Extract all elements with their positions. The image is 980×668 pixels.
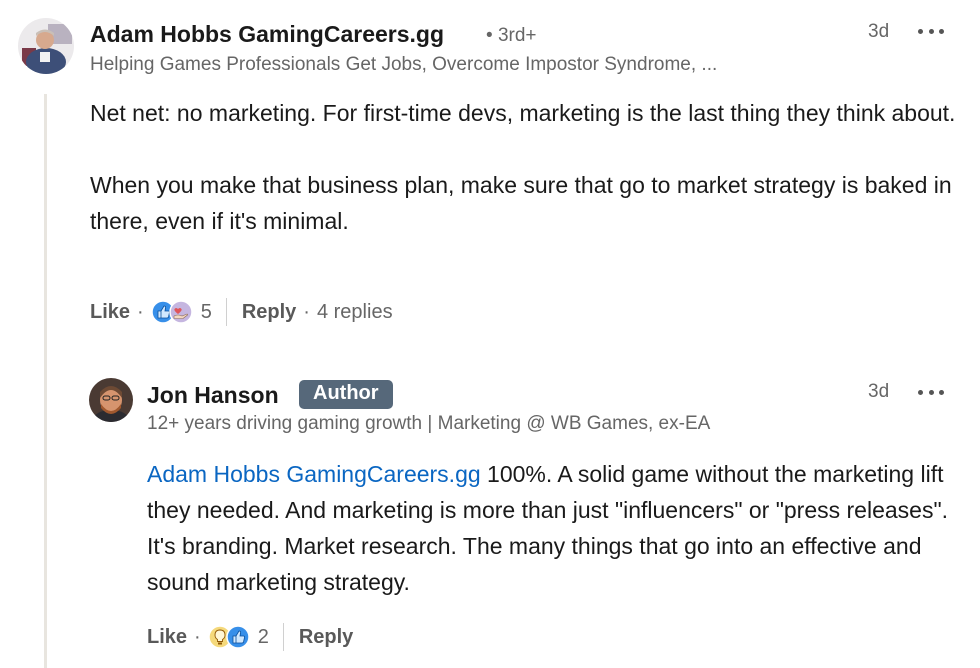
comment-timestamp: 3d — [868, 21, 890, 42]
avatar[interactable] — [89, 378, 133, 422]
degree-separator: • — [486, 25, 498, 46]
commenter-name[interactable]: Adam Hobbs GamingCareers.gg — [90, 21, 444, 48]
commenter-name[interactable]: Jon Hanson — [147, 382, 279, 409]
like-button[interactable]: Like — [90, 301, 130, 324]
mention-link[interactable]: Adam Hobbs GamingCareers.gg — [147, 461, 481, 487]
avatar-photo-icon — [89, 378, 133, 422]
avatar[interactable] — [18, 18, 74, 74]
avatar-photo-icon — [18, 18, 74, 74]
action-divider — [282, 623, 284, 651]
dot-separator: · — [137, 300, 144, 323]
dot-separator: · — [194, 625, 201, 648]
commenter-headline[interactable]: Helping Games Professionals Get Jobs, Ov… — [90, 54, 850, 76]
support-heart-hand-icon — [168, 300, 193, 324]
reaction-count[interactable]: 5 — [201, 301, 212, 324]
reaction-count[interactable]: 2 — [258, 626, 269, 649]
dot-separator: · — [303, 300, 310, 323]
connection-degree: • 3rd+ — [486, 25, 537, 47]
reply-button[interactable]: Reply — [299, 626, 353, 649]
action-divider — [225, 298, 227, 326]
comment-actions: Like · 5 Reply · 4 replies — [90, 297, 393, 327]
reaction-icons[interactable] — [207, 625, 250, 649]
commenter-headline[interactable]: 12+ years driving gaming growth | Market… — [147, 413, 907, 435]
reply-timestamp: 3d — [868, 381, 890, 402]
reaction-icons[interactable] — [150, 300, 193, 324]
reply-actions: Like · 2 Reply — [147, 622, 353, 652]
reply-button[interactable]: Reply — [242, 301, 296, 324]
degree-label: 3rd+ — [497, 25, 537, 46]
comment-body: Net net: no marketing. For first-time de… — [90, 95, 960, 239]
comment-paragraph: Net net: no marketing. For first-time de… — [90, 100, 956, 126]
thread-line — [44, 94, 47, 668]
like-thumb-icon — [225, 625, 250, 649]
comment-paragraph: When you make that business plan, make s… — [90, 172, 952, 234]
like-button[interactable]: Like — [147, 626, 187, 649]
more-options-icon[interactable] — [918, 24, 944, 38]
replies-count[interactable]: 4 replies — [317, 301, 393, 324]
author-badge: Author — [299, 380, 393, 409]
reply-body: Adam Hobbs GamingCareers.gg 100%. A soli… — [147, 456, 959, 600]
reply-paragraph: Adam Hobbs GamingCareers.gg 100%. A soli… — [147, 456, 959, 600]
more-options-icon[interactable] — [918, 385, 944, 399]
